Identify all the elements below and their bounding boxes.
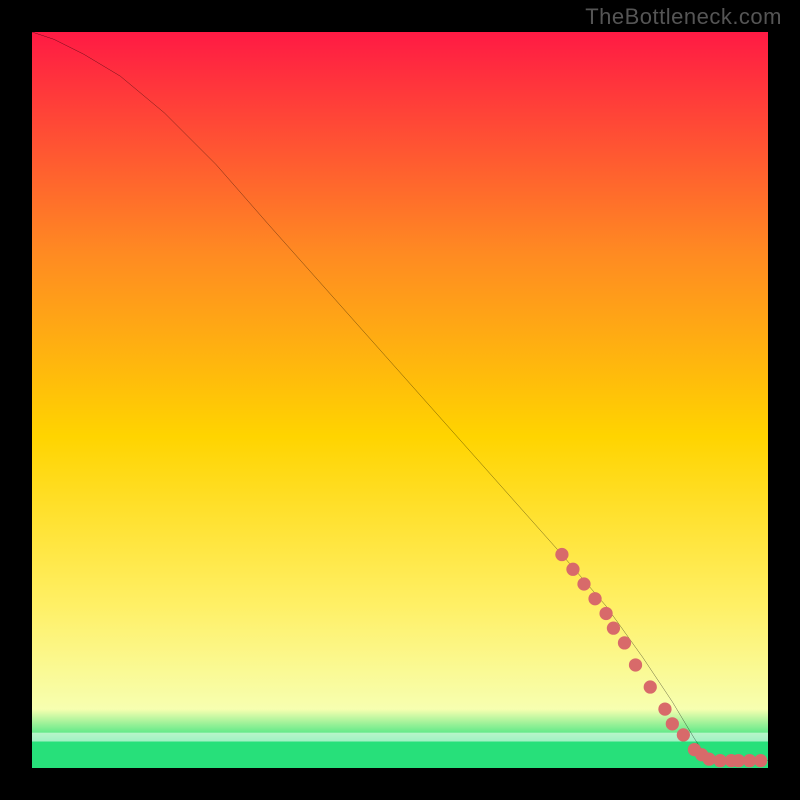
marker-point [618,636,631,649]
marker-point [599,607,612,620]
marker-point [677,728,690,741]
marker-point [555,548,568,561]
marker-point [607,622,620,635]
marker-point [666,717,679,730]
marker-point [588,592,601,605]
watermark-text: TheBottleneck.com [585,4,782,30]
transition-band [32,733,768,742]
gradient-background [32,32,768,768]
marker-point [566,563,579,576]
plot-area [32,32,768,768]
marker-point [658,702,671,715]
marker-point [754,754,767,767]
marker-point [577,577,590,590]
marker-point [629,658,642,671]
chart-svg [32,32,768,768]
chart-frame: TheBottleneck.com [0,0,800,800]
marker-point [644,680,657,693]
